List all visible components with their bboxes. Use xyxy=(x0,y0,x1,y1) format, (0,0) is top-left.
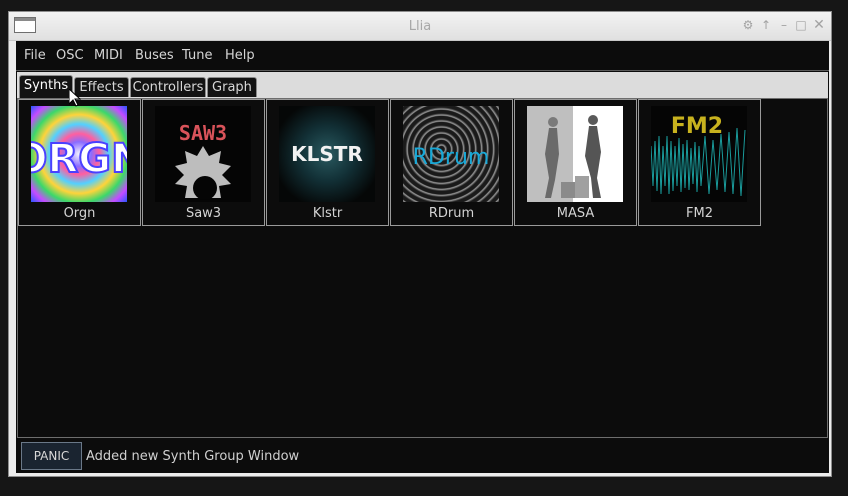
settings-icon[interactable]: ⚙ xyxy=(741,18,755,32)
menu-tune[interactable]: Tune xyxy=(182,48,212,63)
masa-logo xyxy=(527,106,623,202)
panic-button[interactable]: PANIC xyxy=(21,442,82,470)
synths-panel: ORGN Orgn SAW3 Saw3 xyxy=(17,98,828,438)
mouse-pointer-icon xyxy=(69,89,81,107)
svg-text:KLSTR: KLSTR xyxy=(291,142,363,166)
svg-text:ORGN: ORGN xyxy=(31,136,127,182)
synth-label-saw3: Saw3 xyxy=(185,206,222,221)
app-window: Llia ⚙ ↑ – □ ✕ File OSC MIDI Buses Tune … xyxy=(8,11,832,477)
orgn-logo: ORGN xyxy=(31,106,127,202)
synth-tile-klstr[interactable]: KLSTR Klstr xyxy=(266,99,389,226)
synth-tile-orgn[interactable]: ORGN Orgn xyxy=(18,99,141,226)
maximize-icon[interactable]: □ xyxy=(794,18,808,32)
tab-effects[interactable]: Effects xyxy=(74,77,129,97)
window-title: Llia xyxy=(408,19,432,34)
menu-separator xyxy=(16,70,829,71)
menu-midi[interactable]: MIDI xyxy=(94,48,123,63)
synth-label-klstr: Klstr xyxy=(312,206,343,221)
rdrum-logo: RDrum xyxy=(403,106,499,202)
fm2-logo: FM2 xyxy=(651,106,747,202)
tab-controllers[interactable]: Controllers xyxy=(130,77,206,97)
synth-tile-rdrum[interactable]: RDrum RDrum xyxy=(390,99,513,226)
synth-label-fm2: FM2 xyxy=(686,206,713,221)
close-icon[interactable]: ✕ xyxy=(812,18,826,32)
menu-bar: File OSC MIDI Buses Tune Help xyxy=(16,41,829,70)
synth-tile-saw3[interactable]: SAW3 Saw3 xyxy=(142,99,265,226)
saw3-logo: SAW3 xyxy=(155,106,251,202)
menu-osc[interactable]: OSC xyxy=(56,48,84,63)
svg-text:FM2: FM2 xyxy=(671,114,723,139)
status-bar: PANIC Added new Synth Group Window xyxy=(16,439,829,473)
synth-label-orgn: Orgn xyxy=(63,206,96,221)
klstr-logo: KLSTR xyxy=(279,106,375,202)
title-bar[interactable]: Llia ⚙ ↑ – □ ✕ xyxy=(9,12,831,41)
client-area: File OSC MIDI Buses Tune Help Synths Eff… xyxy=(16,41,829,473)
tab-synths[interactable]: Synths xyxy=(19,75,73,99)
synth-label-rdrum: RDrum xyxy=(428,206,475,221)
menu-buses[interactable]: Buses xyxy=(135,48,174,63)
synth-tile-fm2[interactable]: FM2 FM2 xyxy=(638,99,761,226)
menu-help[interactable]: Help xyxy=(225,48,255,63)
menu-file[interactable]: File xyxy=(24,48,46,63)
tab-strip: Synths Effects Controllers Graph xyxy=(17,72,828,99)
synth-tile-masa[interactable]: MASA xyxy=(514,99,637,226)
svg-text:SAW3: SAW3 xyxy=(179,121,227,145)
tab-graph[interactable]: Graph xyxy=(207,77,257,97)
status-message: Added new Synth Group Window xyxy=(86,449,300,464)
svg-text:RDrum: RDrum xyxy=(413,145,490,170)
up-arrow-icon[interactable]: ↑ xyxy=(759,18,773,32)
synth-label-masa: MASA xyxy=(556,206,595,221)
minimize-icon[interactable]: – xyxy=(777,18,791,32)
